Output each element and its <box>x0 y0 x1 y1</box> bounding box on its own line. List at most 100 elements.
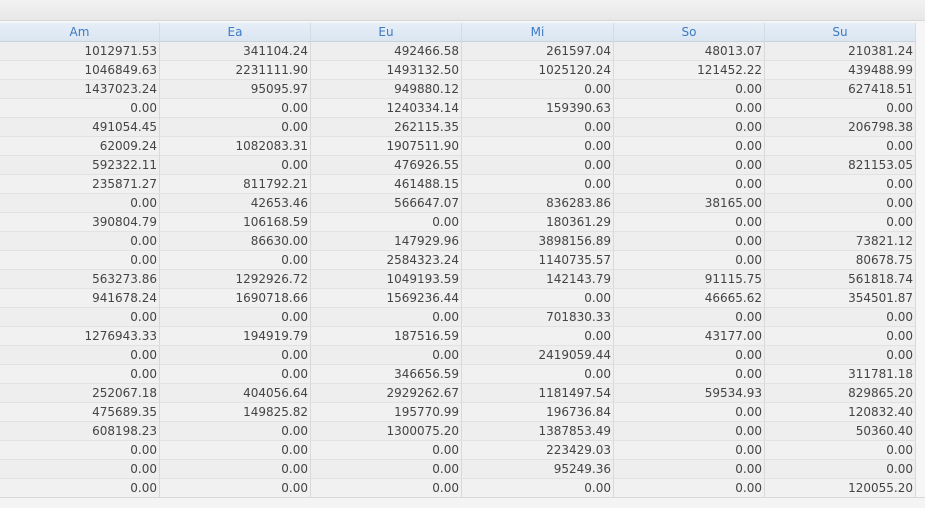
table-cell[interactable]: 0.00 <box>160 308 311 327</box>
column-header-so[interactable]: So <box>614 23 765 41</box>
table-cell[interactable]: 941678.24 <box>0 289 160 308</box>
table-cell[interactable]: 561818.74 <box>765 270 916 289</box>
table-cell[interactable]: 235871.27 <box>0 175 160 194</box>
table-cell[interactable]: 91115.75 <box>614 270 765 289</box>
table-cell[interactable]: 210381.24 <box>765 42 916 61</box>
table-cell[interactable]: 0.00 <box>0 251 160 270</box>
table-cell[interactable]: 194919.79 <box>160 327 311 346</box>
table-row[interactable]: 235871.27 811792.21 461488.15 0.00 0.00 0.00 <box>0 175 916 194</box>
table-cell[interactable]: 390804.79 <box>0 213 160 232</box>
table-cell[interactable]: 1140735.57 <box>462 251 614 270</box>
table-cell[interactable]: 1569236.44 <box>311 289 462 308</box>
table-cell[interactable]: 62009.24 <box>0 137 160 156</box>
table-cell[interactable]: 0.00 <box>160 365 311 384</box>
table-cell[interactable]: 346656.59 <box>311 365 462 384</box>
table-cell[interactable]: 627418.51 <box>765 80 916 99</box>
table-cell[interactable]: 95095.97 <box>160 80 311 99</box>
table-cell[interactable]: 0.00 <box>614 403 765 422</box>
table-row[interactable]: 475689.35 149825.82 195770.99 196736.84 0.00… <box>0 403 916 422</box>
table-cell[interactable]: 46665.62 <box>614 289 765 308</box>
table-cell[interactable]: 80678.75 <box>765 251 916 270</box>
table-cell[interactable]: 42653.46 <box>160 194 311 213</box>
table-cell[interactable]: 2929262.67 <box>311 384 462 403</box>
table-cell[interactable]: 0.00 <box>311 213 462 232</box>
table-row[interactable]: 608198.23 0.00 1300075.20 1387853.49 0.00 503… <box>0 422 916 441</box>
table-cell[interactable]: 0.00 <box>614 346 765 365</box>
table-cell[interactable]: 0.00 <box>462 365 614 384</box>
table-cell[interactable]: 0.00 <box>614 308 765 327</box>
table-cell[interactable]: 0.00 <box>614 251 765 270</box>
table-row[interactable]: 0.00 42653.46 566647.07 836283.86 38165.00 0.… <box>0 194 916 213</box>
table-cell[interactable]: 476926.55 <box>311 156 462 175</box>
table-cell[interactable]: 1292926.72 <box>160 270 311 289</box>
table-row[interactable]: 0.00 0.00 1240334.14 159390.63 0.00 0.00 <box>0 99 916 118</box>
table-cell[interactable]: 475689.35 <box>0 403 160 422</box>
table-cell[interactable]: 48013.07 <box>614 42 765 61</box>
table-cell[interactable]: 0.00 <box>0 365 160 384</box>
table-cell[interactable]: 0.00 <box>311 441 462 460</box>
table-cell[interactable]: 0.00 <box>765 137 916 156</box>
table-cell[interactable]: 120055.20 <box>765 479 916 498</box>
table-cell[interactable]: 180361.29 <box>462 213 614 232</box>
table-cell[interactable]: 0.00 <box>160 346 311 365</box>
table-row[interactable]: 0.00 0.00 0.00 223429.03 0.00 0.00 <box>0 441 916 460</box>
table-cell[interactable]: 1493132.50 <box>311 61 462 80</box>
table-cell[interactable]: 566647.07 <box>311 194 462 213</box>
table-cell[interactable]: 3898156.89 <box>462 232 614 251</box>
table-cell[interactable]: 811792.21 <box>160 175 311 194</box>
table-cell[interactable]: 0.00 <box>765 99 916 118</box>
column-header-eu[interactable]: Eu <box>311 23 462 41</box>
table-cell[interactable]: 0.00 <box>160 156 311 175</box>
table-cell[interactable]: 1276943.33 <box>0 327 160 346</box>
table-cell[interactable]: 0.00 <box>614 156 765 175</box>
table-cell[interactable]: 0.00 <box>311 308 462 327</box>
table-cell[interactable]: 563273.86 <box>0 270 160 289</box>
table-cell[interactable]: 1387853.49 <box>462 422 614 441</box>
table-cell[interactable]: 0.00 <box>0 194 160 213</box>
table-cell[interactable]: 0.00 <box>462 479 614 498</box>
table-cell[interactable]: 491054.45 <box>0 118 160 137</box>
table-cell[interactable]: 0.00 <box>311 479 462 498</box>
table-cell[interactable]: 0.00 <box>765 441 916 460</box>
table-row[interactable]: 390804.79 106168.59 0.00 180361.29 0.00 0.00 <box>0 213 916 232</box>
table-cell[interactable]: 0.00 <box>614 118 765 137</box>
table-row[interactable]: 491054.45 0.00 262115.35 0.00 0.00 206798.38 <box>0 118 916 137</box>
table-cell[interactable]: 949880.12 <box>311 80 462 99</box>
table-cell[interactable]: 73821.12 <box>765 232 916 251</box>
table-cell[interactable]: 492466.58 <box>311 42 462 61</box>
table-cell[interactable]: 0.00 <box>614 365 765 384</box>
table-cell[interactable]: 0.00 <box>462 80 614 99</box>
table-cell[interactable]: 1049193.59 <box>311 270 462 289</box>
table-cell[interactable]: 0.00 <box>0 479 160 498</box>
table-cell[interactable]: 354501.87 <box>765 289 916 308</box>
table-cell[interactable]: 829865.20 <box>765 384 916 403</box>
table-cell[interactable]: 0.00 <box>160 441 311 460</box>
table-cell[interactable]: 0.00 <box>160 479 311 498</box>
table-cell[interactable]: 0.00 <box>765 213 916 232</box>
table-cell[interactable]: 821153.05 <box>765 156 916 175</box>
table-cell[interactable]: 121452.22 <box>614 61 765 80</box>
table-cell[interactable]: 1025120.24 <box>462 61 614 80</box>
table-cell[interactable]: 262115.35 <box>311 118 462 137</box>
table-cell[interactable]: 0.00 <box>0 99 160 118</box>
table-cell[interactable]: 1082083.31 <box>160 137 311 156</box>
table-row[interactable]: 1012971.53 341104.24 492466.58 261597.04 480… <box>0 42 916 61</box>
table-row[interactable]: 0.00 0.00 2584323.24 1140735.57 0.00 80678.75 <box>0 251 916 270</box>
table-cell[interactable]: 0.00 <box>462 118 614 137</box>
table-row[interactable]: 0.00 0.00 346656.59 0.00 0.00 311781.18 <box>0 365 916 384</box>
table-cell[interactable]: 0.00 <box>614 422 765 441</box>
table-row[interactable]: 592322.11 0.00 476926.55 0.00 0.00 821153.05 <box>0 156 916 175</box>
table-cell[interactable]: 0.00 <box>160 251 311 270</box>
table-cell[interactable]: 0.00 <box>614 479 765 498</box>
table-row[interactable]: 1437023.24 95095.97 949880.12 0.00 0.00 62741… <box>0 80 916 99</box>
table-cell[interactable]: 0.00 <box>765 194 916 213</box>
table-cell[interactable]: 0.00 <box>614 137 765 156</box>
table-row[interactable]: 1276943.33 194919.79 187516.59 0.00 43177.00… <box>0 327 916 346</box>
table-cell[interactable]: 2584323.24 <box>311 251 462 270</box>
table-cell[interactable]: 1012971.53 <box>0 42 160 61</box>
table-cell[interactable]: 0.00 <box>765 346 916 365</box>
table-row[interactable]: 941678.24 1690718.66 1569236.44 0.00 46665.6… <box>0 289 916 308</box>
table-row[interactable]: 0.00 0.00 0.00 0.00 0.00 120055.20 <box>0 479 916 498</box>
table-cell[interactable]: 0.00 <box>0 232 160 251</box>
table-cell[interactable]: 1181497.54 <box>462 384 614 403</box>
